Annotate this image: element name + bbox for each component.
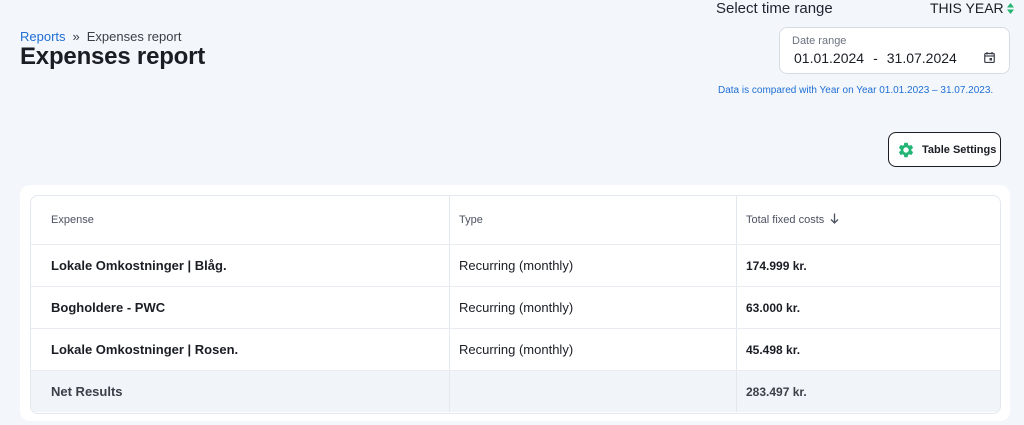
net-results-type: [449, 371, 736, 412]
cell-total: 63.000 kr.: [736, 287, 1000, 328]
table-row[interactable]: Bogholdere - PWC Recurring (monthly) 63.…: [31, 287, 1000, 329]
table-row[interactable]: Lokale Omkostninger | Blåg. Recurring (m…: [31, 245, 1000, 287]
column-header-total-label: Total fixed costs: [746, 214, 825, 226]
table-row[interactable]: Lokale Omkostninger | Rosen. Recurring (…: [31, 329, 1000, 371]
page-title: Expenses report: [20, 43, 206, 70]
calendar-icon[interactable]: [984, 52, 995, 63]
expenses-table-card: Expense Type Total fixed costs Lokale Om…: [20, 185, 1010, 421]
breadcrumb-reports-link[interactable]: Reports: [20, 29, 66, 44]
time-range-select[interactable]: THIS YEAR: [930, 0, 1014, 16]
sort-descending-icon[interactable]: [830, 213, 839, 227]
date-range-dash: -: [873, 50, 878, 66]
gear-icon: [898, 142, 914, 157]
breadcrumb-separator: »: [72, 29, 80, 44]
comparison-note: Data is compared with Year on Year 01.01…: [718, 85, 994, 96]
date-range-end[interactable]: 31.07.2024: [887, 50, 957, 66]
table-settings-label: Table Settings: [922, 143, 997, 156]
table-settings-button[interactable]: Table Settings: [888, 132, 1001, 167]
date-range-picker[interactable]: Date range 01.01.2024 - 31.07.2024: [779, 27, 1010, 74]
date-range-values: 01.01.2024 - 31.07.2024: [794, 50, 957, 66]
column-header-total-fixed-costs[interactable]: Total fixed costs: [736, 196, 1000, 244]
time-range-label: Select time range: [716, 0, 833, 17]
time-range-selected-value: THIS YEAR: [930, 0, 1004, 16]
cell-type: Recurring (monthly): [449, 245, 736, 286]
date-range-start[interactable]: 01.01.2024: [794, 50, 864, 66]
cell-expense: Lokale Omkostninger | Blåg.: [51, 258, 227, 273]
breadcrumb-current: Expenses report: [86, 29, 182, 44]
table-footer-row: Net Results 283.497 kr.: [31, 371, 1000, 412]
expenses-table: Expense Type Total fixed costs Lokale Om…: [30, 195, 1001, 414]
column-header-type[interactable]: Type: [449, 196, 736, 244]
column-header-expense[interactable]: Expense: [31, 196, 449, 244]
net-results-label: Net Results: [51, 384, 123, 399]
date-range-label: Date range: [792, 35, 847, 47]
cell-type: Recurring (monthly): [449, 287, 736, 328]
cell-type: Recurring (monthly): [449, 329, 736, 370]
cell-total: 174.999 kr.: [736, 245, 1000, 286]
cell-expense: Lokale Omkostninger | Rosen.: [51, 342, 239, 357]
sort-arrows-icon: [1006, 2, 1014, 14]
cell-expense: Bogholdere - PWC: [51, 300, 166, 315]
table-header-row: Expense Type Total fixed costs: [31, 196, 1000, 245]
net-results-total: 283.497 kr.: [736, 371, 1000, 412]
cell-total: 45.498 kr.: [736, 329, 1000, 370]
breadcrumb: Reports » Expenses report: [20, 29, 181, 44]
